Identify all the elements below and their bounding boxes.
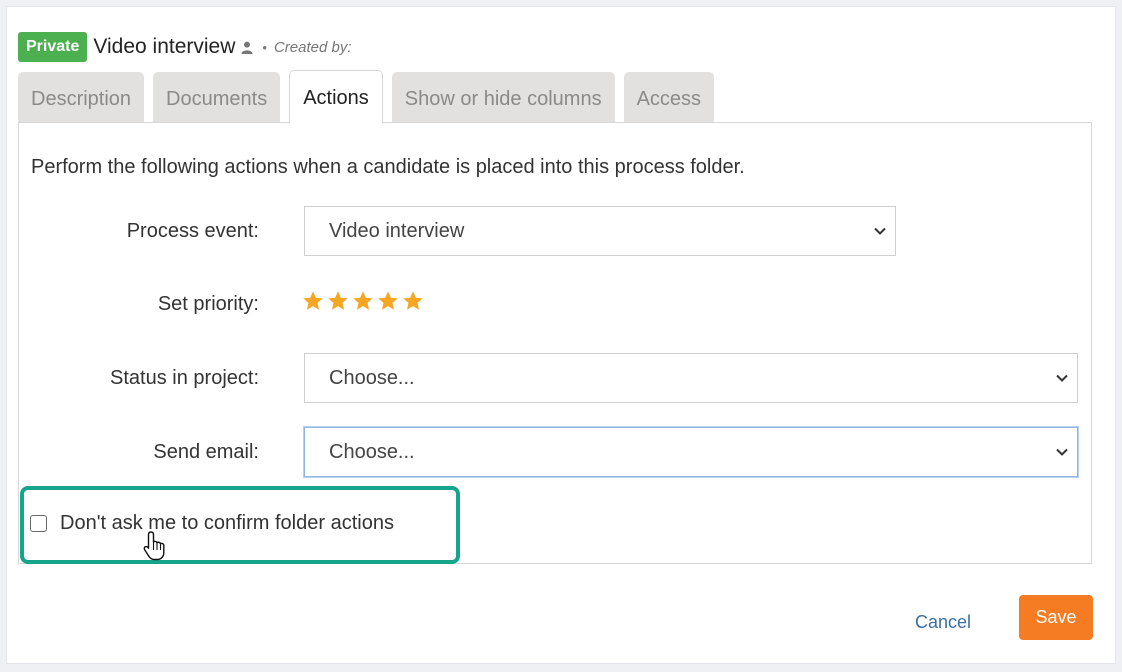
status-in-project-value: Choose...	[329, 367, 415, 389]
confirm-folder-actions-label[interactable]: Don't ask me to confirm folder actions	[60, 512, 394, 535]
tab-description[interactable]: Description	[18, 72, 145, 124]
priority-stars[interactable]	[302, 290, 427, 312]
star-icon[interactable]	[327, 290, 349, 312]
process-event-label: Process event:	[126, 220, 259, 242]
hand-cursor-icon	[143, 531, 165, 561]
header-separator: •	[262, 39, 267, 55]
tab-documents[interactable]: Documents	[153, 72, 281, 124]
process-event-value: Video interview	[329, 220, 465, 242]
tab-bar: Description Documents Actions Show or hi…	[18, 70, 723, 124]
cancel-button[interactable]: Cancel	[915, 612, 971, 633]
user-icon	[241, 41, 253, 54]
star-icon[interactable]	[352, 290, 374, 312]
confirm-folder-actions-checkbox[interactable]	[30, 515, 47, 532]
status-in-project-label: Status in project:	[110, 367, 259, 389]
created-by-label: Created by:	[273, 38, 352, 56]
star-icon[interactable]	[302, 290, 324, 312]
save-button[interactable]: Save	[1019, 595, 1093, 640]
process-event-select[interactable]: Video interview	[304, 206, 896, 256]
send-email-select[interactable]: Choose...	[304, 427, 1078, 477]
status-in-project-select[interactable]: Choose...	[304, 353, 1078, 403]
chevron-down-icon	[1056, 448, 1068, 456]
star-icon[interactable]	[377, 290, 399, 312]
star-icon[interactable]	[402, 290, 424, 312]
folder-title: Video interview	[93, 35, 236, 58]
send-email-value: Choose...	[329, 441, 415, 463]
chevron-down-icon	[1056, 374, 1068, 382]
tab-access[interactable]: Access	[623, 72, 715, 124]
tab-actions[interactable]: Actions	[289, 70, 383, 124]
send-email-label: Send email:	[153, 441, 259, 463]
actions-intro-text: Perform the following actions when a can…	[31, 156, 745, 178]
confirm-folder-actions-row[interactable]: Don't ask me to confirm folder actions	[30, 512, 394, 535]
chevron-down-icon	[874, 227, 886, 235]
private-badge: Private	[18, 32, 88, 62]
tab-show-or-hide-columns[interactable]: Show or hide columns	[391, 72, 615, 124]
set-priority-label: Set priority:	[157, 293, 259, 315]
folder-header: Private Video interview • Created by:	[18, 32, 352, 62]
